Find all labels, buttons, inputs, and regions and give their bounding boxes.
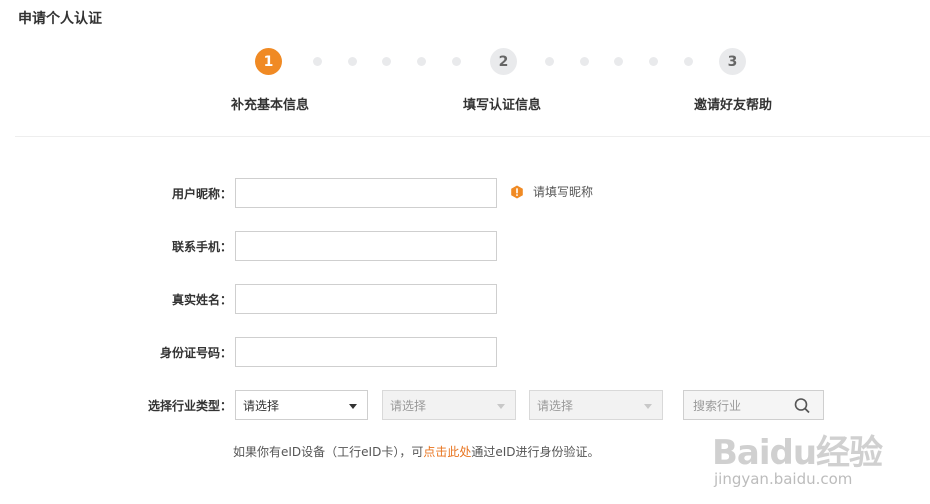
industry-search-input[interactable]: 搜索行业 [683, 390, 824, 420]
chevron-down-icon [349, 404, 357, 409]
step-dot [313, 57, 322, 66]
step-dot [382, 57, 391, 66]
step-dot [452, 57, 461, 66]
industry-search-placeholder: 搜索行业 [693, 398, 742, 413]
step-2-label: 填写认证信息 [463, 98, 542, 113]
step-dot [684, 57, 693, 66]
nickname-hint: 请填写昵称 [510, 183, 593, 200]
eid-note: 如果你有eID设备（工行eID卡），可点击此处通过eID进行身份验证。 [233, 443, 600, 460]
phone-label: 联系手机： [171, 240, 232, 254]
industry-select-2-value: 请选择 [390, 398, 427, 413]
industry-select-1-value: 请选择 [243, 398, 280, 413]
real-name-label: 真实姓名： [171, 293, 232, 307]
eid-note-prefix: 如果你有eID设备（工行eID卡），可 [233, 445, 424, 459]
chevron-down-icon [644, 404, 652, 409]
industry-select-3[interactable]: 请选择 [529, 390, 663, 420]
step-dot [614, 57, 623, 66]
step-1-circle: 1 [255, 48, 282, 75]
step-2-circle: 2 [490, 48, 517, 75]
eid-click-here-link[interactable]: 点击此处 [423, 445, 471, 459]
nickname-hint-text: 请填写昵称 [533, 185, 594, 199]
phone-input[interactable] [235, 231, 497, 261]
id-number-label: 身份证号码： [159, 346, 232, 360]
search-icon[interactable] [793, 397, 811, 415]
nickname-input[interactable] [235, 178, 497, 208]
baidu-watermark: Baidu经验 jingyan.baidu.com [712, 425, 883, 488]
industry-select-3-value: 请选择 [537, 398, 574, 413]
watermark-logo-text: Baidu经验 [712, 433, 883, 473]
industry-label: 选择行业类型： [147, 399, 232, 413]
step-dot [545, 57, 554, 66]
chevron-down-icon [497, 404, 505, 409]
step-1-label: 补充基本信息 [231, 98, 310, 113]
industry-select-2[interactable]: 请选择 [382, 390, 516, 420]
step-3-label: 邀请好友帮助 [694, 98, 773, 113]
step-dot [580, 57, 589, 66]
step-3-circle: 3 [719, 48, 746, 75]
industry-select-1[interactable]: 请选择 [235, 390, 368, 420]
section-divider [15, 136, 930, 137]
id-number-input[interactable] [235, 337, 497, 367]
step-dot [649, 57, 658, 66]
step-progress: 1 2 3 补充基本信息 填写认证信息 邀请好友帮助 [0, 0, 930, 140]
nickname-label: 用户昵称： [171, 187, 232, 201]
step-dot [348, 57, 357, 66]
step-dot [417, 57, 426, 66]
eid-note-suffix: 通过eID进行身份验证。 [471, 445, 600, 459]
real-name-input[interactable] [235, 284, 497, 314]
warning-icon [511, 185, 523, 198]
